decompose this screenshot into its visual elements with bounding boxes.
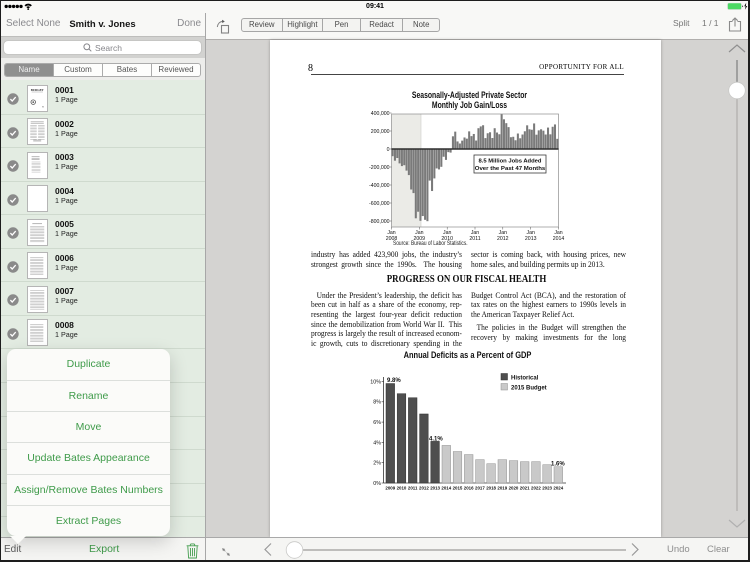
svg-text:1.6%: 1.6% <box>551 462 565 468</box>
svg-text:8.5 Million Jobs Added: 8.5 Million Jobs Added <box>479 159 542 165</box>
svg-text:2017: 2017 <box>475 486 485 491</box>
svg-text:10%: 10% <box>370 379 381 385</box>
svg-text:2020: 2020 <box>509 486 519 491</box>
svg-text:6%: 6% <box>373 420 381 426</box>
svg-text:2014: 2014 <box>553 236 565 242</box>
svg-text:2009: 2009 <box>385 486 395 491</box>
svg-text:2010: 2010 <box>397 486 407 491</box>
svg-text:2012: 2012 <box>419 486 429 491</box>
svg-text:0: 0 <box>387 147 390 153</box>
svg-text:2012: 2012 <box>497 236 509 242</box>
svg-text:Over the Past 47 Months: Over the Past 47 Months <box>475 166 546 172</box>
svg-text:2015: 2015 <box>453 486 463 491</box>
svg-text:2011: 2011 <box>408 486 418 491</box>
svg-text:8%: 8% <box>373 400 381 406</box>
svg-text:4.1%: 4.1% <box>429 437 443 443</box>
svg-text:w: w <box>42 105 44 108</box>
svg-text:2018: 2018 <box>486 486 496 491</box>
svg-text:2022: 2022 <box>531 486 541 491</box>
svg-text:2019: 2019 <box>497 486 507 491</box>
svg-text:2021: 2021 <box>520 486 530 491</box>
svg-text:-800,000: -800,000 <box>369 219 390 225</box>
svg-text:-200,000: -200,000 <box>369 165 390 171</box>
svg-text:-600,000: -600,000 <box>369 201 390 207</box>
svg-text:2013: 2013 <box>525 236 537 242</box>
svg-text:4%: 4% <box>373 440 381 446</box>
svg-text:2023: 2023 <box>542 486 552 491</box>
svg-text:2%: 2% <box>373 461 381 467</box>
svg-text:2014: 2014 <box>441 486 451 491</box>
svg-text:200,000: 200,000 <box>371 129 390 135</box>
svg-text:2011: 2011 <box>469 236 480 242</box>
svg-text:0%: 0% <box>373 481 381 487</box>
svg-text:-400,000: -400,000 <box>369 183 390 189</box>
svg-text:9.8%: 9.8% <box>387 378 401 384</box>
svg-text:BUDGET: BUDGET <box>31 87 44 91</box>
svg-text:2016: 2016 <box>464 486 474 491</box>
svg-text:2024: 2024 <box>553 486 563 491</box>
svg-text:2015 Budget: 2015 Budget <box>511 385 547 391</box>
svg-text:400,000: 400,000 <box>371 111 390 117</box>
svg-text:2013: 2013 <box>430 486 440 491</box>
svg-text:Historical: Historical <box>511 375 539 381</box>
